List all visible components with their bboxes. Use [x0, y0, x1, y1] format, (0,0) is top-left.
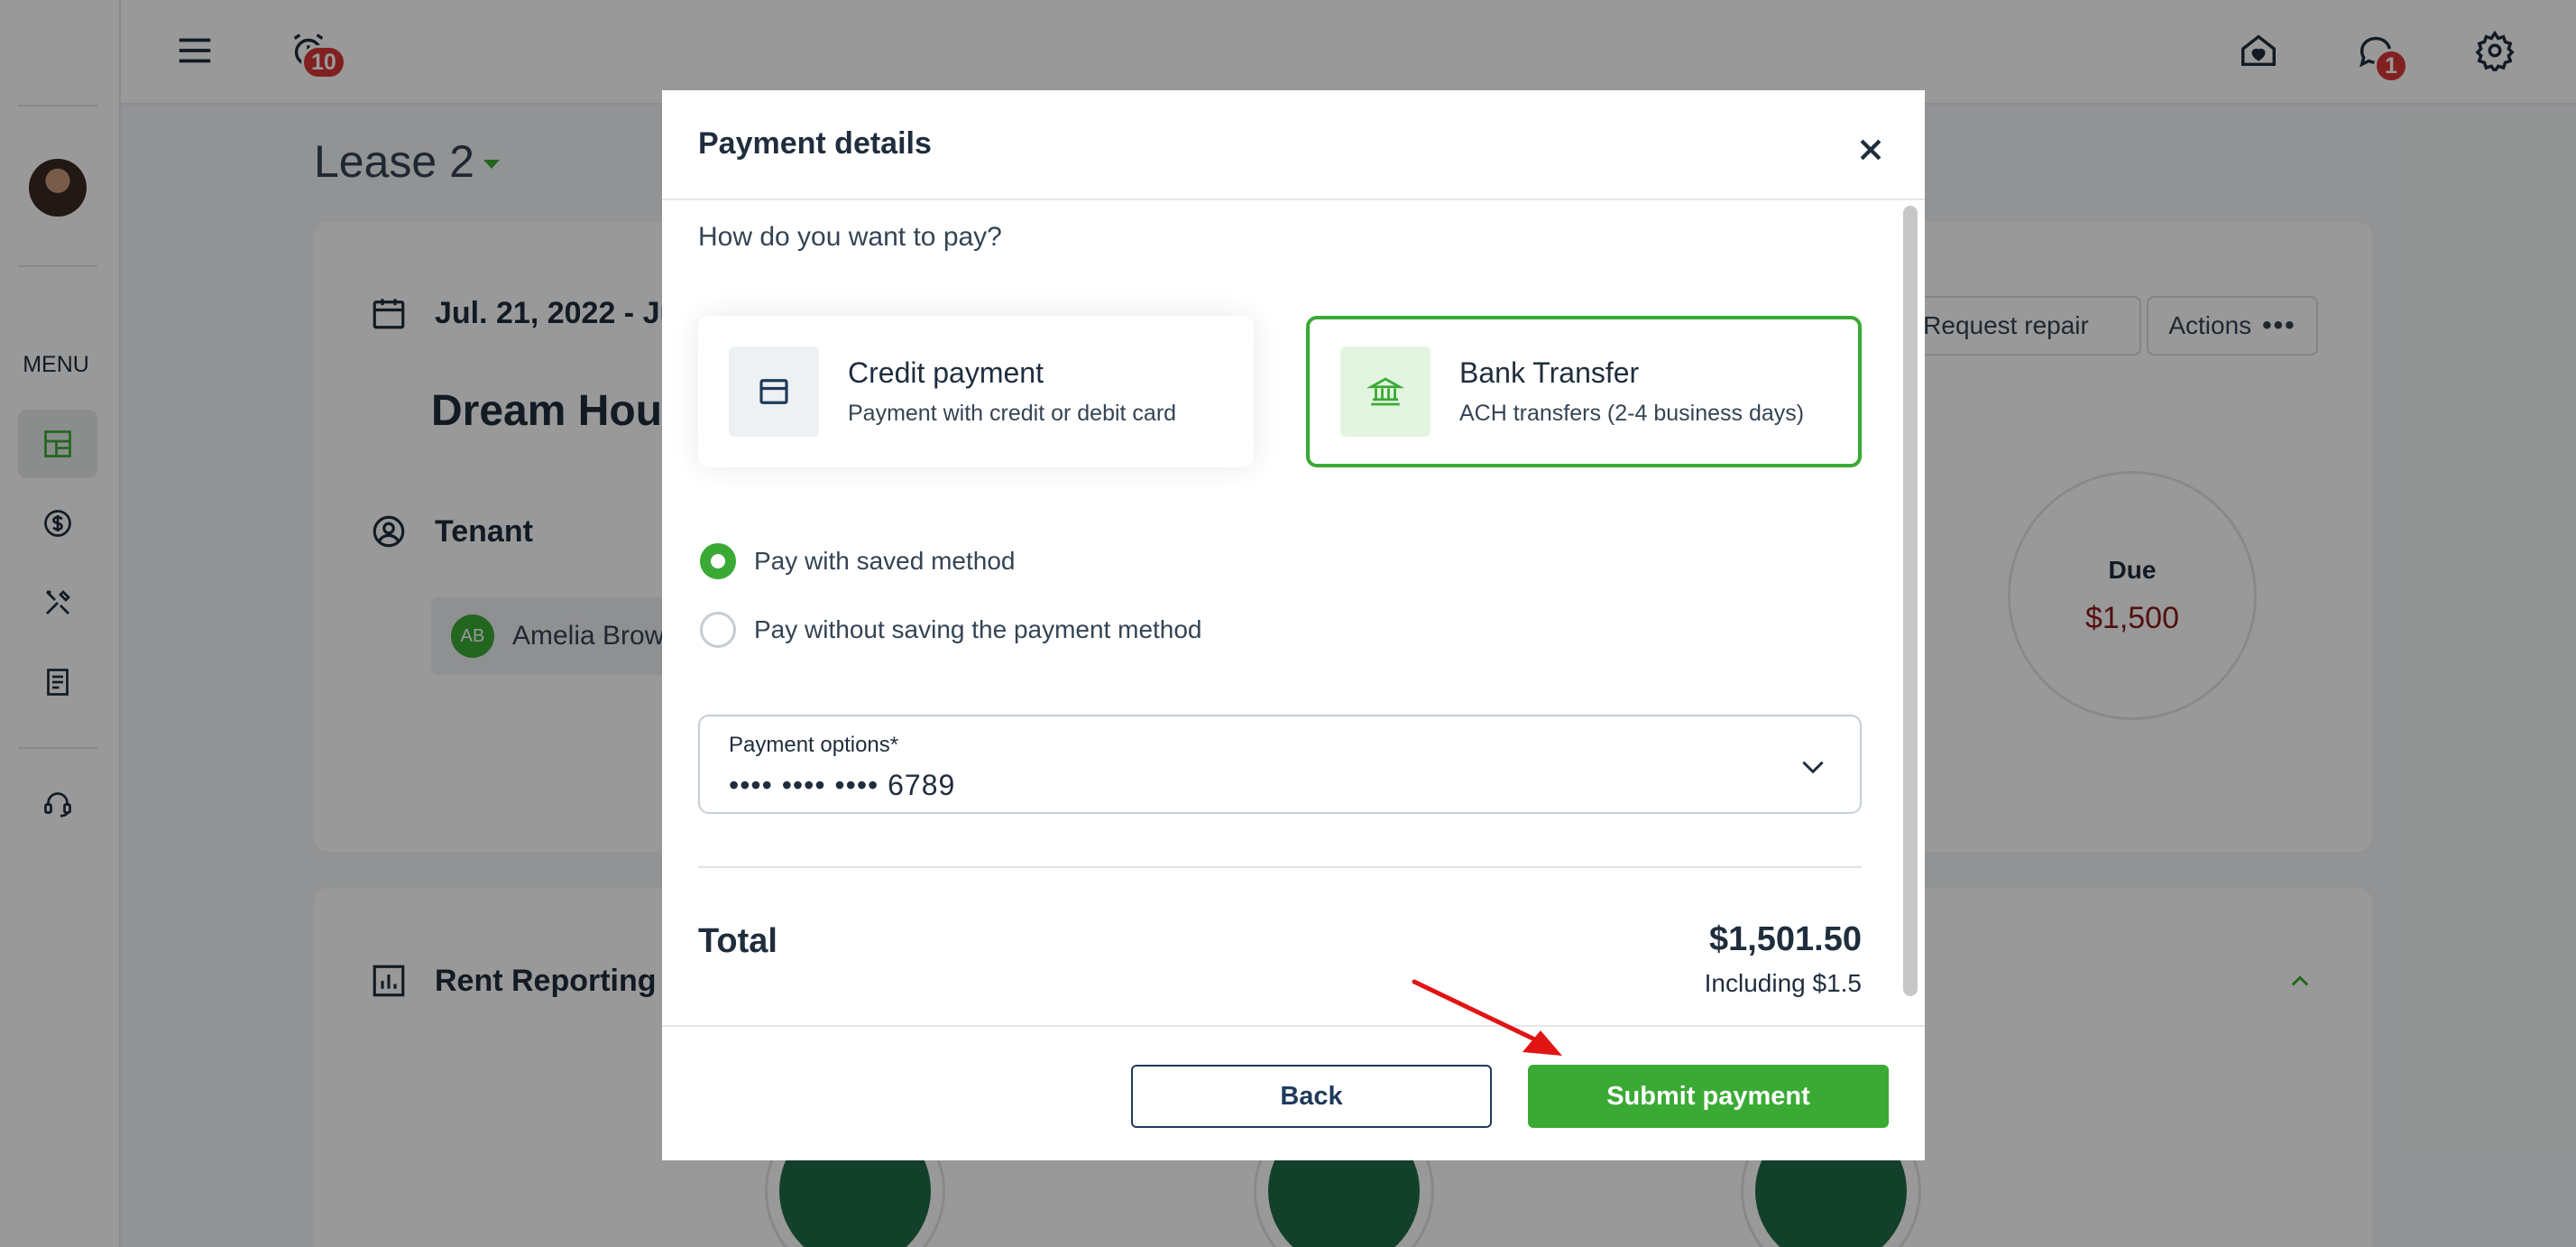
- total-label: Total: [698, 922, 777, 960]
- radio-button[interactable]: [700, 612, 736, 648]
- close-icon: [1860, 139, 1881, 161]
- back-button[interactable]: Back: [1131, 1065, 1492, 1128]
- divider: [698, 866, 1862, 868]
- payment-question: How do you want to pay?: [698, 222, 1002, 252]
- credit-payment-title: Credit payment: [848, 356, 1044, 389]
- modal-scrollbar[interactable]: [1903, 206, 1918, 996]
- bank-icon-box: [1340, 346, 1431, 437]
- radio-button-checked[interactable]: [700, 543, 736, 579]
- radio-pay-without-saving[interactable]: Pay without saving the payment method: [700, 612, 1202, 648]
- bank-transfer-subtitle: ACH transfers (2-4 business days): [1459, 401, 1805, 426]
- bank-transfer-option[interactable]: Bank Transfer ACH transfers (2-4 busines…: [1306, 316, 1862, 467]
- radio-pay-saved-label: Pay with saved method: [754, 547, 1016, 575]
- modal-title: Payment details: [698, 126, 932, 161]
- submit-payment-button[interactable]: Submit payment: [1528, 1065, 1889, 1128]
- payment-options-select[interactable]: Payment options* •••• •••• •••• 6789: [698, 715, 1862, 814]
- radio-pay-saved[interactable]: Pay with saved method: [700, 543, 1016, 579]
- modal-footer: Back Submit payment: [662, 1025, 1925, 1160]
- modal-header: Payment details: [662, 90, 1925, 200]
- radio-pay-without-saving-label: Pay without saving the payment method: [754, 615, 1202, 643]
- chevron-down-icon: [1802, 761, 1824, 774]
- total-fee-note: Including $1.5: [1704, 969, 1862, 997]
- payment-options-value: •••• •••• •••• 6789: [729, 769, 956, 801]
- bank-transfer-title: Bank Transfer: [1459, 356, 1640, 389]
- payment-details-modal: Payment details How do you want to pay? …: [662, 90, 1925, 1160]
- close-button[interactable]: [1849, 128, 1892, 171]
- credit-card-icon-box: [729, 346, 819, 437]
- bank-icon: [1366, 377, 1404, 406]
- total-amount: $1,501.50: [1708, 920, 1862, 958]
- credit-payment-subtitle: Payment with credit or debit card: [848, 401, 1177, 426]
- credit-card-icon: [759, 379, 788, 404]
- red-arrow-annotation: [1412, 979, 1562, 1056]
- payment-options-label: Payment options*: [729, 733, 899, 757]
- credit-payment-option[interactable]: Credit payment Payment with credit or de…: [698, 316, 1254, 467]
